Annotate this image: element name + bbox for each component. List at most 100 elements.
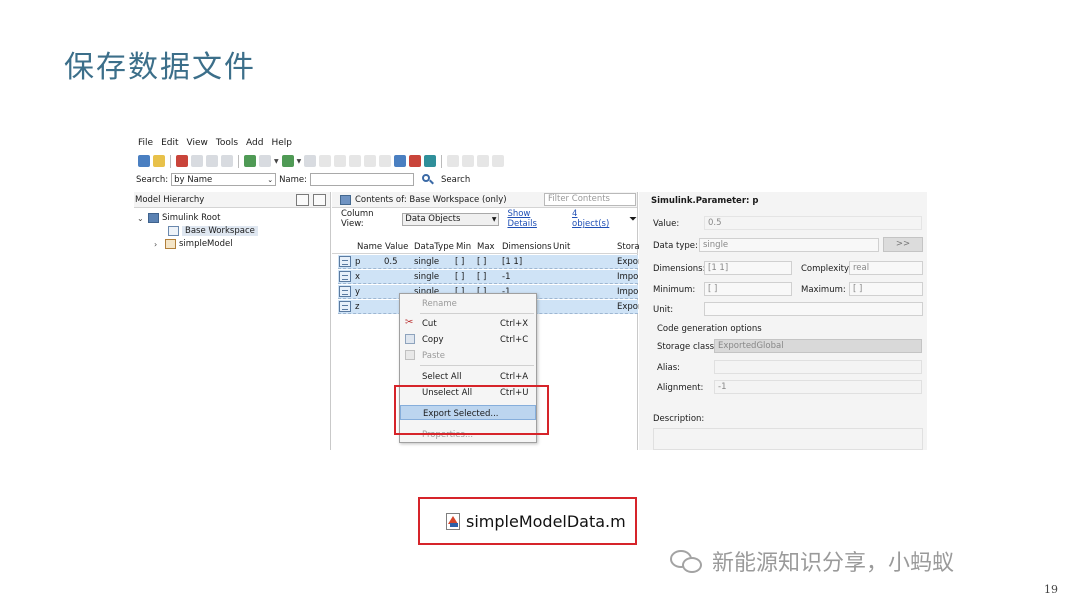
filter-contents-input[interactable]: Filter Contents xyxy=(544,193,636,206)
column-view-bar: Column View: Data Objects ▼ Show Details… xyxy=(332,208,637,230)
tree-node-simulink-root[interactable]: ⌄ Simulink Root xyxy=(137,212,220,224)
open-folder-icon[interactable] xyxy=(153,155,165,167)
menu-tools[interactable]: Tools xyxy=(216,138,238,152)
maximum-field[interactable]: [ ] xyxy=(849,282,923,296)
disabled-tool-icon xyxy=(477,155,490,167)
cell-name: z xyxy=(355,302,360,312)
paste-icon[interactable] xyxy=(206,155,218,167)
new-model-icon[interactable] xyxy=(138,155,150,167)
complexity-label: Complexity: xyxy=(801,264,852,274)
alias-field[interactable] xyxy=(714,360,922,374)
menu-add[interactable]: Add xyxy=(246,138,263,152)
dimensions-field[interactable]: [1 1] xyxy=(704,261,792,275)
table-row[interactable]: x single [ ] [ ] -1 Impor xyxy=(338,270,642,284)
object-count-link[interactable]: 4 object(s) xyxy=(572,209,617,229)
menu-item-paste[interactable]: Paste xyxy=(400,348,536,363)
matlab-icon[interactable] xyxy=(409,155,422,167)
cell-datatype: single xyxy=(414,257,440,267)
col-min[interactable]: Min xyxy=(456,242,471,252)
unit-field[interactable] xyxy=(704,302,923,316)
add-data-icon[interactable] xyxy=(281,155,294,167)
datatype-select[interactable]: single xyxy=(699,238,879,252)
watermark: 新能源知识分享，小蚂蚁 xyxy=(668,545,954,577)
storage-class-label: Storage class: xyxy=(657,342,717,352)
col-datatype[interactable]: DataType xyxy=(414,242,454,252)
search-icon[interactable] xyxy=(421,173,435,186)
alignment-field[interactable]: -1 xyxy=(714,380,922,394)
menu-item-copy[interactable]: Copy Ctrl+C xyxy=(400,332,536,347)
search-button[interactable]: Search xyxy=(441,175,470,185)
model-hierarchy-pane: Model Hierarchy ⌄ Simulink Root Base Wor… xyxy=(134,192,331,450)
copy-icon[interactable] xyxy=(191,155,203,167)
model-icon xyxy=(165,239,176,249)
col-unit[interactable]: Unit xyxy=(553,242,570,252)
col-value[interactable]: Value xyxy=(385,242,408,252)
minimum-field[interactable]: [ ] xyxy=(704,282,792,296)
col-max[interactable]: Max xyxy=(477,242,495,252)
tree-node-base-workspace[interactable]: Base Workspace xyxy=(168,225,258,237)
menu-view[interactable]: View xyxy=(187,138,208,152)
workspace-icon xyxy=(168,226,179,236)
cell-max: [ ] xyxy=(477,257,487,267)
grid-view-icon[interactable] xyxy=(394,155,407,167)
funnel-icon[interactable]: ⏷ xyxy=(629,214,637,225)
chevron-down-icon[interactable]: ▼ xyxy=(274,158,279,165)
link-icon[interactable] xyxy=(304,155,317,167)
paste-icon xyxy=(405,350,415,360)
menu-file[interactable]: File xyxy=(138,138,153,152)
page-number: 19 xyxy=(1044,583,1058,596)
column-view-select[interactable]: Data Objects ▼ xyxy=(402,212,500,226)
table-icon[interactable] xyxy=(244,155,256,167)
tree-node-simple-model[interactable]: › simpleModel xyxy=(154,238,233,250)
dimensions-label: Dimensions: xyxy=(653,264,706,274)
search-input[interactable] xyxy=(310,173,415,186)
alias-label: Alias: xyxy=(657,363,681,373)
scissors-icon: ✂ xyxy=(405,317,414,328)
simulink-root-icon xyxy=(148,213,159,223)
datatype-assistant-button[interactable]: >> xyxy=(883,237,923,252)
pencil-icon[interactable] xyxy=(296,193,309,206)
menu-item-select-all[interactable]: Select All Ctrl+A xyxy=(400,369,536,384)
cell-max: [ ] xyxy=(477,272,487,282)
complexity-select[interactable]: real xyxy=(849,261,923,275)
menu-item-cut[interactable]: ✂ Cut Ctrl+X xyxy=(400,316,536,331)
signal-icon xyxy=(339,286,351,297)
disabled-tool-icon xyxy=(447,155,460,167)
cell-min: [ ] xyxy=(455,257,465,267)
col-dimensions[interactable]: Dimensions xyxy=(502,242,552,252)
disabled-tool-icon xyxy=(319,155,332,167)
tree-node-label: simpleModel xyxy=(179,239,233,249)
col-name[interactable]: Name xyxy=(357,242,382,252)
copy-icon xyxy=(405,334,415,344)
chevron-right-icon[interactable]: › xyxy=(154,240,162,249)
description-field[interactable] xyxy=(653,428,923,450)
table-row[interactable]: p 0.5 single [ ] [ ] [1 1] Export xyxy=(338,255,645,269)
highlight-box-export xyxy=(394,385,549,435)
menu-edit[interactable]: Edit xyxy=(161,138,178,152)
disabled-tool-icon xyxy=(334,155,347,167)
description-label: Description: xyxy=(653,414,705,424)
value-label: Value: xyxy=(653,219,680,229)
blocks-icon[interactable] xyxy=(424,155,437,167)
column-view-value: Data Objects xyxy=(405,214,461,224)
col-storage[interactable]: Stora xyxy=(617,242,640,252)
save-icon[interactable] xyxy=(259,155,271,167)
show-details-link[interactable]: Show Details xyxy=(507,209,562,229)
name-label: Name: xyxy=(279,174,308,185)
search-by-select[interactable]: by Name ⌄ xyxy=(171,173,277,186)
toolbar-separator xyxy=(441,154,443,168)
contents-header: Contents of: Base Workspace (only) Filte… xyxy=(332,192,637,208)
cut-icon[interactable] xyxy=(176,155,188,167)
delete-icon[interactable] xyxy=(221,155,233,167)
tree-node-label: Base Workspace xyxy=(182,226,258,236)
menu-help[interactable]: Help xyxy=(271,138,292,152)
chevron-down-icon[interactable]: ▼ xyxy=(297,158,302,165)
value-field[interactable]: 0.5 xyxy=(704,216,922,230)
menu-item-rename[interactable]: Rename xyxy=(400,296,536,311)
chevron-down-icon[interactable]: ⌄ xyxy=(137,214,145,223)
search-by-value: by Name xyxy=(174,174,213,185)
watermark-text: 新能源知识分享，小蚂蚁 xyxy=(712,551,955,576)
disabled-tool-icon xyxy=(492,155,505,167)
storage-class-select[interactable]: ExportedGlobal xyxy=(714,339,922,353)
glasses-icon[interactable] xyxy=(313,193,326,206)
